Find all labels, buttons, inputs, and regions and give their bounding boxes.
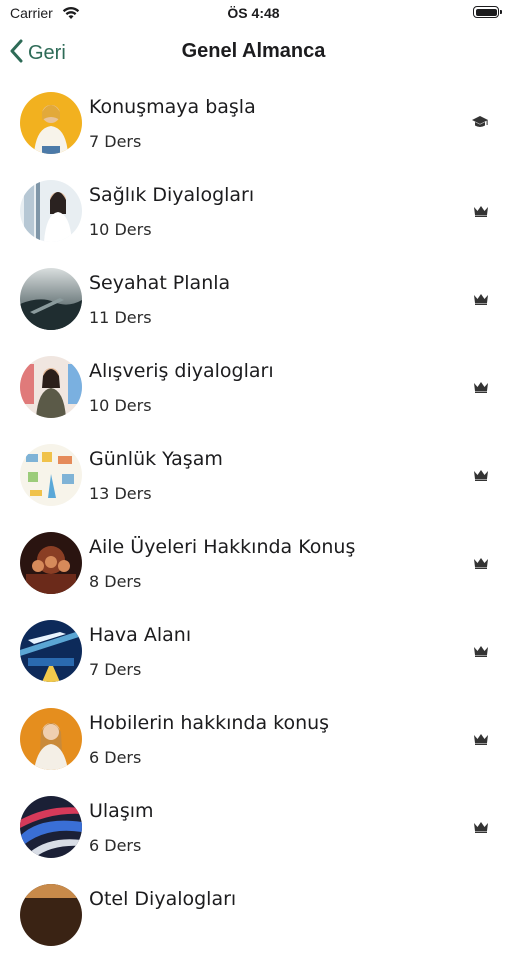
lesson-thumbnail [20, 708, 82, 770]
status-time: ÖS 4:48 [227, 5, 280, 21]
lesson-count: 10 Ders [89, 396, 152, 415]
lesson-count: 7 Ders [89, 132, 142, 151]
lesson-title: Hobilerin hakkında konuş [89, 712, 330, 734]
lesson-thumbnail [20, 180, 82, 242]
lesson-count: 6 Ders [89, 748, 142, 767]
lesson-thumbnail [20, 444, 82, 506]
lesson-count: 11 Ders [89, 308, 152, 327]
lesson-title: Hava Alanı [89, 624, 192, 646]
lesson-title: Günlük Yaşam [89, 448, 223, 470]
battery-icon [473, 6, 502, 18]
crown-icon [473, 730, 489, 749]
status-bar: Carrier ÖS 4:48 [0, 0, 507, 30]
list-item[interactable]: Hobilerin hakkında konuş 6 Ders [0, 696, 507, 784]
lesson-title: Ulaşım [89, 800, 154, 822]
navigation-bar: Geri Genel Almanca [0, 30, 507, 76]
lesson-title: Sağlık Diyalogları [89, 184, 255, 206]
crown-icon [473, 378, 489, 397]
lesson-thumbnail [20, 532, 82, 594]
lesson-count: 10 Ders [89, 220, 152, 239]
lesson-title: Konuşmaya başla [89, 96, 256, 118]
page-title: Genel Almanca [181, 40, 326, 62]
lesson-thumbnail [20, 796, 82, 858]
lesson-thumbnail [20, 92, 82, 154]
lesson-title: Aile Üyeleri Hakkında Konuş [89, 536, 356, 558]
lesson-count: 6 Ders [89, 836, 142, 855]
list-item[interactable]: Günlük Yaşam 13 Ders [0, 432, 507, 520]
lesson-thumbnail [20, 884, 82, 946]
lesson-thumbnail [20, 356, 82, 418]
lesson-title: Seyahat Planla [89, 272, 231, 294]
lesson-thumbnail [20, 268, 82, 330]
lesson-title: Alışveriş diyalogları [89, 360, 274, 382]
crown-icon [473, 642, 489, 661]
lesson-list: Konuşmaya başla 7 Ders Sağlık Diyaloglar… [0, 80, 507, 960]
crown-icon [473, 466, 489, 485]
crown-icon [473, 554, 489, 573]
list-item[interactable]: Otel Diyalogları [0, 872, 507, 960]
lesson-thumbnail [20, 620, 82, 682]
list-item[interactable]: Konuşmaya başla 7 Ders [0, 80, 507, 168]
crown-icon [473, 290, 489, 309]
list-item[interactable]: Aile Üyeleri Hakkında Konuş 8 Ders [0, 520, 507, 608]
crown-icon [473, 202, 489, 221]
list-item[interactable]: Hava Alanı 7 Ders [0, 608, 507, 696]
list-item[interactable]: Seyahat Planla 11 Ders [0, 256, 507, 344]
graduation-cap-icon [471, 114, 489, 133]
lesson-count: 13 Ders [89, 484, 152, 503]
lesson-count: 7 Ders [89, 660, 142, 679]
list-item[interactable]: Ulaşım 6 Ders [0, 784, 507, 872]
list-item[interactable]: Alışveriş diyalogları 10 Ders [0, 344, 507, 432]
list-item[interactable]: Sağlık Diyalogları 10 Ders [0, 168, 507, 256]
lesson-count: 8 Ders [89, 572, 142, 591]
crown-icon [473, 818, 489, 837]
lesson-title: Otel Diyalogları [89, 888, 237, 910]
